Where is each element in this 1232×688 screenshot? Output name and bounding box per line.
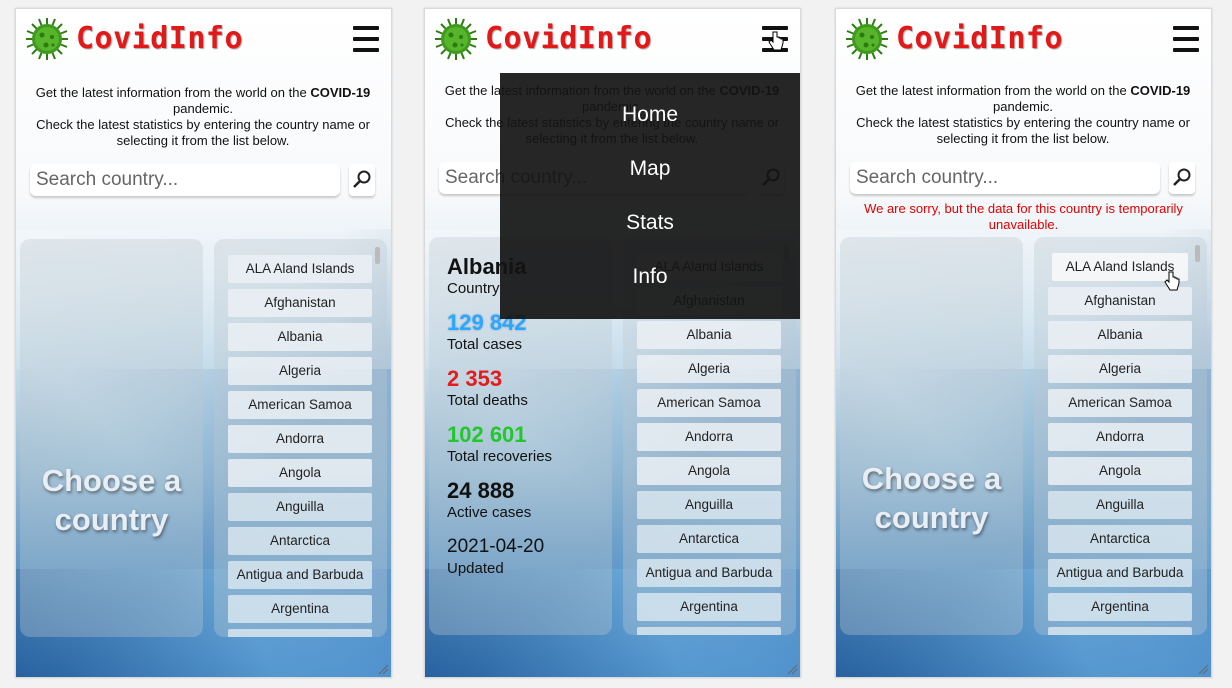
list-item[interactable]: Andorra: [1048, 423, 1192, 451]
country-list: ALA Aland Islands Afghanistan Albania Al…: [228, 255, 373, 637]
choose-country-prompt: Choose a country: [861, 461, 1002, 535]
list-item[interactable]: Albania: [1048, 321, 1192, 349]
country-info-panel: Choose a country: [20, 239, 203, 637]
list-item[interactable]: Algeria: [1048, 355, 1192, 383]
app-title: CovidInfo: [896, 21, 1064, 56]
list-item[interactable]: Anguilla: [637, 491, 781, 519]
list-item[interactable]: Angola: [228, 459, 372, 487]
active-cases-label: Active cases: [447, 504, 532, 521]
list-item[interactable]: Albania: [637, 321, 781, 349]
list-item[interactable]: Antigua and Barbuda: [228, 561, 372, 589]
virus-logo-icon: [846, 18, 888, 60]
resize-grip-icon[interactable]: [1197, 663, 1209, 675]
nav-menu: Home Map Stats Info: [500, 73, 800, 319]
search-input[interactable]: [850, 162, 1160, 194]
intro-text: Get the latest information from the worl…: [855, 83, 1191, 146]
search-button[interactable]: [349, 164, 375, 196]
list-item[interactable]: Antarctica: [1048, 525, 1192, 553]
list-item[interactable]: Algeria: [228, 357, 372, 385]
virus-logo-icon: [26, 18, 68, 60]
screen-error: CovidInfo Get the latest information fro…: [835, 8, 1212, 678]
list-item[interactable]: American Samoa: [228, 391, 372, 419]
search-icon: [1173, 168, 1191, 186]
country-list-panel: ALA Aland Islands Afghanistan Albania Al…: [1034, 237, 1207, 635]
active-cases-value: 24 888: [447, 478, 515, 503]
menu-item-map[interactable]: Map: [500, 157, 800, 181]
menu-item-info[interactable]: Info: [500, 265, 800, 289]
list-item[interactable]: Argentina: [1048, 593, 1192, 621]
list-item[interactable]: Angola: [1048, 457, 1192, 485]
updated-date: 2021-04-20: [447, 536, 545, 557]
list-item[interactable]: Antigua and Barbuda: [637, 559, 781, 587]
menu-item-home[interactable]: Home: [500, 103, 800, 127]
header: CovidInfo: [16, 9, 391, 73]
search-button[interactable]: [1169, 162, 1195, 194]
list-scrollbar[interactable]: [1195, 245, 1200, 262]
list-item[interactable]: Anguilla: [228, 493, 372, 521]
country-info-panel: Choose a country: [840, 237, 1023, 635]
list-item[interactable]: Afghanistan: [228, 289, 372, 317]
header: CovidInfo: [836, 9, 1211, 73]
country-list-panel: ALA Aland Islands Afghanistan Albania Al…: [214, 239, 387, 637]
list-item[interactable]: [228, 629, 372, 637]
hand-cursor-icon: [1164, 271, 1180, 291]
country-list: ALA Aland Islands Afghanistan Albania Al…: [1048, 253, 1193, 635]
search-input[interactable]: [30, 164, 340, 196]
error-message: We are sorry, but the data for this coun…: [864, 201, 1183, 232]
total-recoveries-label: Total recoveries: [447, 448, 553, 465]
list-item[interactable]: Andorra: [637, 423, 781, 451]
resize-grip-icon[interactable]: [786, 663, 798, 675]
hand-cursor-icon: [768, 31, 784, 51]
list-item[interactable]: Argentina: [637, 593, 781, 621]
list-item[interactable]: [1048, 627, 1192, 635]
updated-label: Updated: [447, 560, 504, 577]
total-deaths-value: 2 353: [447, 366, 503, 391]
list-item[interactable]: American Samoa: [637, 389, 781, 417]
list-item[interactable]: Antarctica: [637, 525, 781, 553]
list-item[interactable]: Angola: [637, 457, 781, 485]
list-item[interactable]: Antigua and Barbuda: [1048, 559, 1192, 587]
total-recoveries-value: 102 601: [447, 422, 527, 447]
list-item[interactable]: [637, 627, 781, 635]
list-item[interactable]: Albania: [228, 323, 372, 351]
app-title: CovidInfo: [485, 21, 653, 56]
search-bar: [850, 162, 1195, 198]
list-item[interactable]: ALA Aland Islands: [228, 255, 372, 283]
virus-logo-icon: [435, 18, 477, 60]
list-item[interactable]: Argentina: [228, 595, 372, 623]
screen-default: CovidInfo Get the latest information fro…: [15, 8, 392, 678]
list-item[interactable]: Anguilla: [1048, 491, 1192, 519]
list-item[interactable]: Andorra: [228, 425, 372, 453]
list-scrollbar[interactable]: [375, 247, 380, 264]
list-item[interactable]: American Samoa: [1048, 389, 1192, 417]
search-bar: [30, 164, 375, 200]
menu-item-stats[interactable]: Stats: [500, 211, 800, 235]
list-item[interactable]: Algeria: [637, 355, 781, 383]
resize-grip-icon[interactable]: [377, 663, 389, 675]
search-icon: [353, 170, 371, 188]
intro-text: Get the latest information from the worl…: [35, 85, 371, 148]
header: CovidInfo: [425, 9, 800, 73]
app-title: CovidInfo: [76, 21, 244, 56]
hamburger-menu-icon[interactable]: [353, 26, 379, 52]
screen-menu-open: CovidInfo Get the latest information fro…: [424, 8, 801, 678]
hamburger-menu-icon[interactable]: [1173, 26, 1199, 52]
list-item[interactable]: Antarctica: [228, 527, 372, 555]
total-deaths-label: Total deaths: [447, 392, 528, 409]
total-cases-label: Total cases: [447, 336, 523, 353]
choose-country-prompt: Choose a country: [41, 463, 182, 537]
